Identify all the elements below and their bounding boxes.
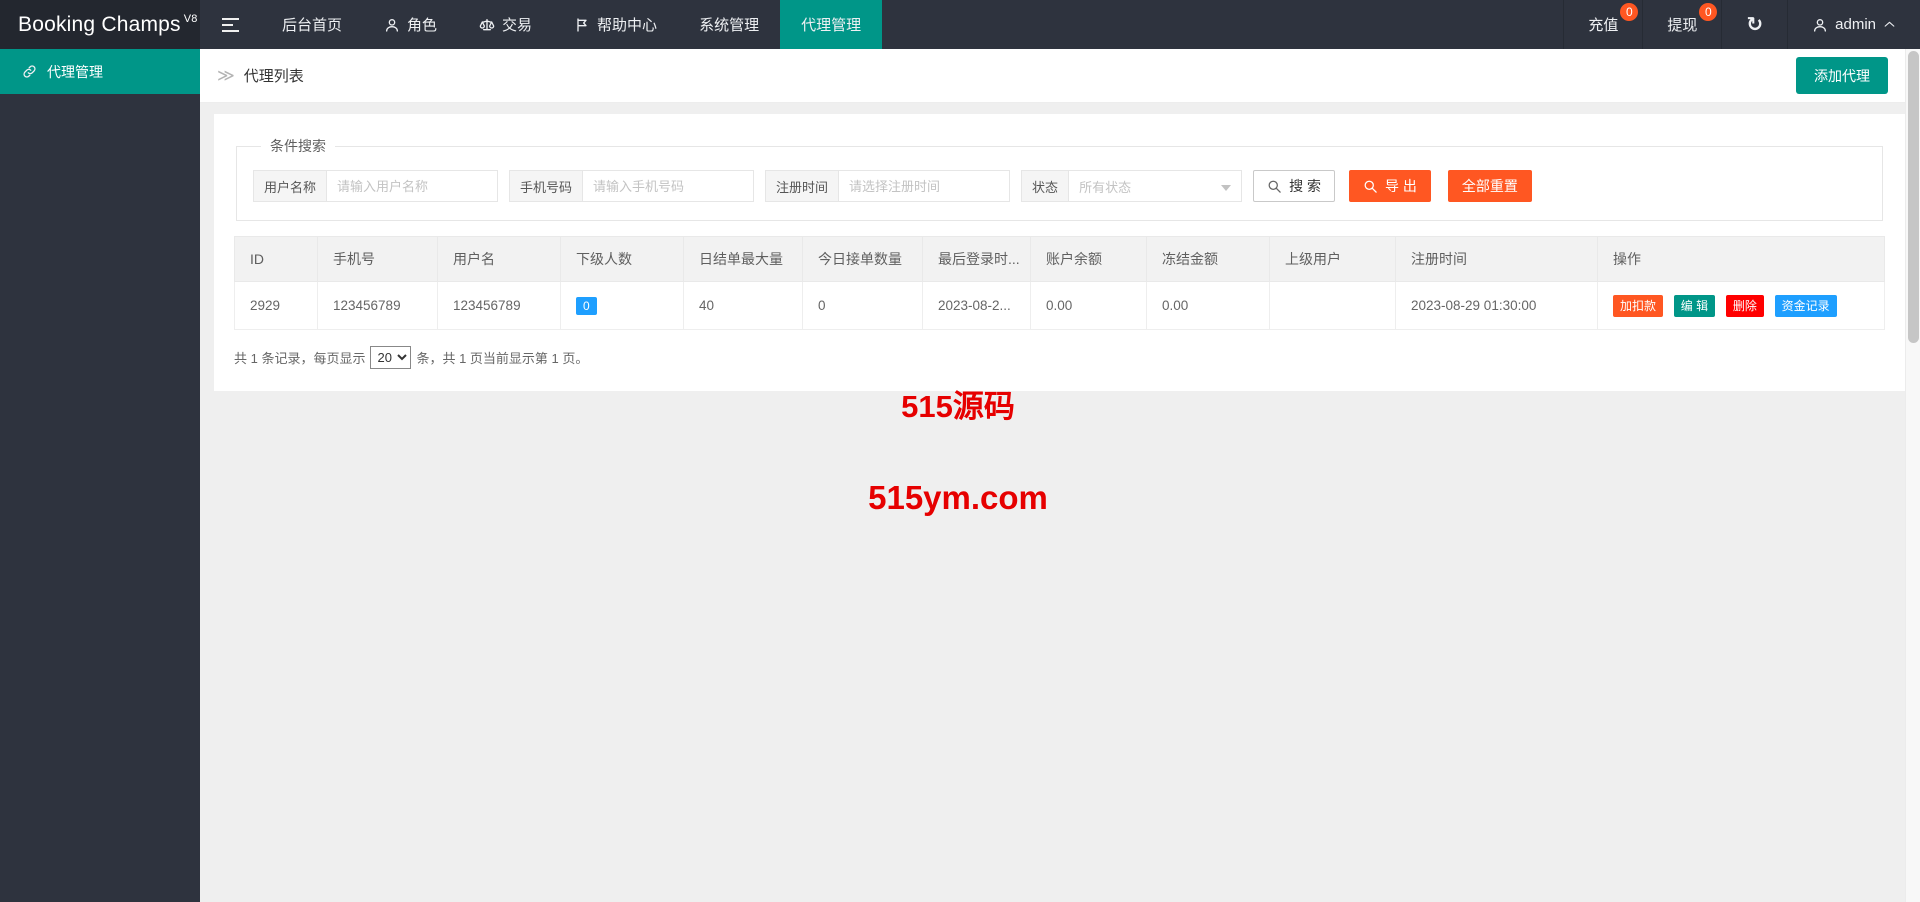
nav-item-agents[interactable]: 代理管理 (780, 0, 883, 49)
main-area: ≫ 代理列表 添加代理 条件搜索 用户名称 手机号码 注册时间 (200, 49, 1920, 902)
watermark-line2: 515ym.com (868, 479, 1048, 516)
col-balance: 账户余额 (1030, 236, 1147, 282)
pagination-prefix: 共 1 条记录，每页显示 (234, 351, 366, 366)
sidebar-item-agents[interactable]: 代理管理 (0, 49, 200, 94)
reset-button[interactable]: 全部重置 (1447, 170, 1532, 202)
navbar-right: 充值 0 提现 0 ↻ admin (1563, 0, 1920, 49)
nav-item-help-center[interactable]: 帮助中心 (553, 0, 678, 49)
col-daily-max: 日结单最大量 (683, 236, 803, 282)
content-card: 条件搜索 用户名称 手机号码 注册时间 状态 所有状态 (214, 114, 1905, 391)
col-phone: 手机号 (317, 236, 438, 282)
username-filter-label: 用户名称 (253, 170, 328, 202)
col-frozen: 冻结金额 (1146, 236, 1270, 282)
search-icon (1268, 180, 1281, 193)
cell-reg-time: 2023-08-29 01:30:00 (1395, 281, 1598, 330)
brand-logo: Booking Champs V8 (0, 0, 200, 49)
cell-id: 2929 (234, 281, 318, 330)
withdraw-badge: 0 (1699, 3, 1718, 21)
export-button[interactable]: 导 出 (1348, 170, 1431, 202)
col-subordinates: 下级人数 (560, 236, 684, 282)
cell-username: 123456789 (437, 281, 561, 330)
regtime-filter-label: 注册时间 (765, 170, 840, 202)
cell-today-orders: 0 (802, 281, 923, 330)
cell-last-login: 2023-08-2... (922, 281, 1031, 330)
pagination-suffix: 条，共 1 页当前显示第 1 页。 (416, 351, 589, 366)
search-panel: 条件搜索 用户名称 手机号码 注册时间 状态 所有状态 (236, 136, 1883, 221)
sidebar-item-label: 代理管理 (47, 63, 103, 80)
col-reg-time: 注册时间 (1395, 236, 1598, 282)
col-id: ID (234, 236, 318, 282)
subordinates-count-badge[interactable]: 0 (576, 296, 597, 315)
person-icon (386, 18, 399, 32)
search-icon (1364, 180, 1377, 193)
nav-item-roles[interactable]: 角色 (363, 0, 458, 49)
phone-filter-label: 手机号码 (509, 170, 584, 202)
watermark-line1: 515源码 (901, 389, 1015, 424)
refresh-button[interactable]: ↻ (1721, 0, 1787, 49)
vertical-scrollbar (1905, 49, 1920, 902)
sidebar: 代理管理 (0, 49, 200, 902)
username-filter-group: 用户名称 (253, 170, 499, 202)
col-last-login: 最后登录时... (922, 236, 1031, 282)
col-parent-user: 上级用户 (1269, 236, 1396, 282)
menu-collapse-icon[interactable] (200, 0, 261, 49)
search-row: 用户名称 手机号码 注册时间 状态 所有状态 (253, 170, 1866, 202)
nav-item-dashboard[interactable]: 后台首页 (261, 0, 363, 49)
table-header-row: ID 手机号 用户名 下级人数 日结单最大量 今日接单数量 最后登录时... 账… (234, 236, 1885, 282)
flag-icon (577, 17, 587, 32)
cell-balance: 0.00 (1030, 281, 1147, 330)
pagination-bar: 共 1 条记录，每页显示 20 条，共 1 页当前显示第 1 页。 (234, 346, 1885, 369)
cell-parent-user (1269, 281, 1396, 330)
breadcrumb-caret-icon: ≫ (217, 65, 235, 85)
status-filter-label: 状态 (1021, 170, 1070, 202)
scrollbar-thumb[interactable] (1908, 51, 1919, 343)
adjust-funds-button[interactable]: 加扣款 (1613, 294, 1664, 317)
username: admin (1835, 16, 1876, 33)
cell-frozen: 0.00 (1146, 281, 1270, 330)
status-select[interactable]: 所有状态 (1069, 170, 1243, 202)
chevron-up-icon (1884, 21, 1895, 27)
phone-filter-group: 手机号码 (509, 170, 755, 202)
agents-table: ID 手机号 用户名 下级人数 日结单最大量 今日接单数量 最后登录时... 账… (234, 236, 1885, 330)
status-select-value: 所有状态 (1079, 179, 1132, 195)
nav-item-system[interactable]: 系统管理 (678, 0, 780, 49)
add-agent-button[interactable]: 添加代理 (1796, 57, 1888, 94)
col-actions: 操作 (1597, 236, 1885, 282)
refresh-icon: ↻ (1746, 13, 1764, 36)
user-menu[interactable]: admin (1787, 0, 1920, 49)
cell-phone: 123456789 (317, 281, 438, 330)
per-page-select[interactable]: 20 (370, 346, 412, 369)
breadcrumb-bar: ≫ 代理列表 添加代理 (200, 49, 1920, 103)
delete-button[interactable]: 删除 (1725, 294, 1764, 317)
withdraw-button[interactable]: 提现 0 (1642, 0, 1721, 49)
scales-icon (479, 18, 495, 30)
col-today-orders: 今日接单数量 (802, 236, 923, 282)
person-icon (1814, 18, 1827, 32)
phone-filter-input[interactable] (583, 170, 755, 202)
search-button[interactable]: 搜 索 (1253, 170, 1335, 202)
username-filter-input[interactable] (327, 170, 499, 202)
regtime-filter-input[interactable] (839, 170, 1011, 202)
table-row: 2929 123456789 123456789 0 40 0 2023-08-… (234, 281, 1885, 330)
search-panel-legend: 条件搜索 (270, 138, 326, 154)
edit-button[interactable]: 编 辑 (1673, 294, 1716, 317)
funds-record-button[interactable]: 资金记录 (1774, 294, 1837, 317)
brand-name: Booking Champs (18, 12, 181, 36)
nav-item-trade[interactable]: 交易 (458, 0, 553, 49)
status-filter-group: 状态 所有状态 (1021, 170, 1243, 202)
link-icon (23, 65, 36, 78)
recharge-button[interactable]: 充值 0 (1563, 0, 1642, 49)
cell-subordinates: 0 (560, 281, 684, 330)
col-username: 用户名 (437, 236, 561, 282)
cell-actions: 加扣款 编 辑 删除 资金记录 (1597, 281, 1885, 330)
brand-version: V8 (183, 12, 198, 25)
breadcrumb: 代理列表 (243, 68, 304, 85)
cell-daily-max: 40 (683, 281, 803, 330)
main-nav: 后台首页 角色 交易 帮助中心 系统管理 代理管理 (261, 0, 883, 49)
chevron-down-icon (1221, 185, 1232, 191)
recharge-badge: 0 (1620, 3, 1639, 21)
top-navbar: Booking Champs V8 后台首页 角色 交易 帮助中心 系统管理 代… (0, 0, 1920, 49)
regtime-filter-group: 注册时间 (765, 170, 1011, 202)
